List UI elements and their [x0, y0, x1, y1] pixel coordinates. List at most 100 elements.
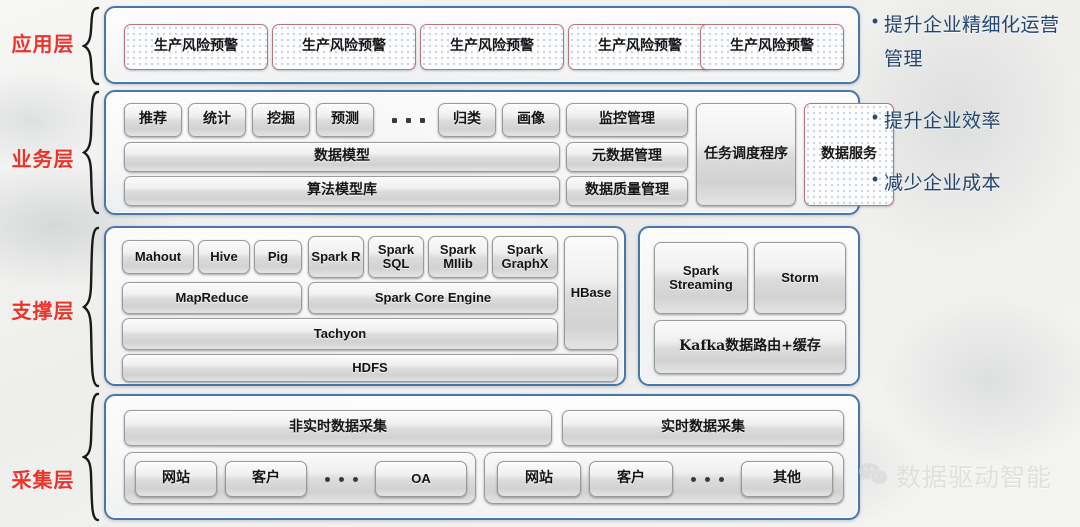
- brace-support: [82, 226, 100, 388]
- support-chip-spark-mllib[interactable]: Spark MIlib: [428, 236, 488, 278]
- business-chip-statistics-label: 统计: [203, 111, 231, 128]
- business-chip-prediction-label: 预测: [331, 111, 359, 128]
- support-bar-tachyon-label: Tachyon: [313, 325, 367, 341]
- watermark: 数据驱动智能: [858, 458, 1052, 494]
- layer-label-support: 支撑层: [11, 299, 75, 323]
- support-bar-hdfs-label: HDFS: [352, 359, 388, 375]
- support-chip-spark-r-label: Spark R: [311, 248, 361, 264]
- support-chip-spark-streaming[interactable]: Spark Streaming: [654, 242, 748, 314]
- app-box-0-label: 生产风险预警: [154, 38, 238, 55]
- collection-source-website-1[interactable]: 网站: [135, 461, 217, 497]
- app-box-2[interactable]: 生产风险预警: [420, 24, 564, 70]
- business-chip-classify[interactable]: 归类: [438, 103, 496, 137]
- business-chip-profiling-label: 画像: [517, 111, 545, 128]
- business-chip-recommend[interactable]: 推荐: [124, 103, 182, 137]
- support-chip-spark-graphx[interactable]: Spark GraphX: [492, 236, 558, 278]
- support-chip-spark-streaming-label: Spark Streaming: [669, 262, 733, 292]
- layer-label-collection: 采集层: [11, 468, 75, 492]
- support-chip-spark-sql-label: Spark SQL: [377, 241, 415, 271]
- app-box-1-label: 生产风险预警: [302, 38, 386, 55]
- app-box-3-label: 生产风险预警: [598, 38, 682, 55]
- support-chip-mahout[interactable]: Mahout: [122, 240, 194, 274]
- app-box-4[interactable]: 生产风险预警: [700, 24, 844, 70]
- collection-bar-realtime[interactable]: 实时数据采集: [562, 410, 844, 446]
- support-chip-spark-mllib-label: Spark MIlib: [439, 241, 477, 271]
- collection-source-website-2-label: 网站: [525, 470, 553, 487]
- business-bar-data-quality[interactable]: 数据质量管理: [566, 176, 688, 206]
- business-scheduler-label: 任务调度程序: [704, 145, 788, 162]
- business-chip-statistics[interactable]: 统计: [188, 103, 246, 137]
- layer-label-business: 业务层: [11, 147, 75, 171]
- support-bar-tachyon[interactable]: Tachyon: [122, 318, 558, 350]
- collection-source-other-label: 其他: [773, 470, 801, 487]
- collection-source-customer-2[interactable]: 客户: [589, 461, 673, 497]
- app-box-3[interactable]: 生产风险预警: [568, 24, 712, 70]
- business-bar-monitoring-label: 监控管理: [599, 111, 655, 128]
- brace-application: [82, 6, 100, 86]
- support-chip-hbase[interactable]: HBase: [564, 236, 618, 350]
- support-chip-hive-label: Hive: [210, 248, 238, 264]
- business-scheduler[interactable]: 任务调度程序: [696, 103, 796, 206]
- support-chip-kafka[interactable]: Kafka数据路由+缓存: [654, 320, 846, 374]
- collection-source-oa-label: OA: [411, 470, 431, 486]
- collection-non-realtime-ellipsis: [311, 461, 371, 497]
- business-chip-prediction[interactable]: 预测: [316, 103, 374, 137]
- benefit-text-0: 提升企业精细化运营管理: [884, 14, 1060, 70]
- collection-source-website-2[interactable]: 网站: [497, 461, 581, 497]
- support-bar-mapreduce-label: MapReduce: [175, 289, 249, 305]
- support-bar-hdfs[interactable]: HDFS: [122, 354, 618, 382]
- watermark-text: 数据驱动智能: [896, 463, 1053, 492]
- business-chip-classify-label: 归类: [453, 111, 481, 128]
- benefit-text-1: 提升企业效率: [884, 110, 1002, 132]
- business-chip-profiling[interactable]: 画像: [502, 103, 560, 137]
- wechat-icon: [858, 461, 888, 492]
- support-chip-hive[interactable]: Hive: [198, 240, 250, 274]
- business-bar-algorithm-library-label: 算法模型库: [307, 182, 377, 199]
- business-bar-data-quality-label: 数据质量管理: [585, 182, 669, 199]
- business-layer-container: 推荐 统计 挖掘 预测 归类 画像 数据模型 算法模型库 监控管理 元数据管理 …: [104, 90, 894, 215]
- business-bar-algorithm-library[interactable]: 算法模型库: [124, 176, 560, 206]
- business-chip-mining-label: 挖掘: [267, 111, 295, 128]
- layer-label-application: 应用层: [11, 32, 75, 56]
- business-bar-data-model-label: 数据模型: [314, 148, 370, 165]
- support-layer-batch-container: Mahout Hive Pig Spark R Spark SQL Spark …: [104, 226, 626, 386]
- collection-realtime-sources-group: 网站 客户 其他: [484, 452, 844, 504]
- collection-source-website-1-label: 网站: [162, 470, 190, 487]
- collection-non-realtime-sources-group: 网站 客户 OA: [124, 452, 476, 504]
- business-bar-monitoring[interactable]: 监控管理: [566, 103, 688, 137]
- benefits-list: • 提升企业精细化运营管理 • 提升企业效率 • 减少企业成本: [866, 8, 1078, 228]
- business-chip-recommend-label: 推荐: [139, 111, 167, 128]
- collection-source-customer-1-label: 客户: [252, 470, 280, 487]
- benefit-item-0: • 提升企业精细化运营管理: [866, 8, 1078, 76]
- benefit-bullet-0: •: [871, 11, 879, 31]
- app-box-2-label: 生产风险预警: [450, 38, 534, 55]
- app-box-0[interactable]: 生产风险预警: [124, 24, 268, 70]
- collection-layer-container: 非实时数据采集 实时数据采集 网站 客户 OA 网站 客户 其他: [104, 394, 860, 520]
- app-box-1[interactable]: 生产风险预警: [272, 24, 416, 70]
- support-bar-spark-core-engine[interactable]: Spark Core Engine: [308, 282, 558, 314]
- support-bar-spark-core-engine-label: Spark Core Engine: [374, 289, 492, 305]
- support-chip-storm-label: Storm: [781, 269, 819, 285]
- support-bar-mapreduce[interactable]: MapReduce: [122, 282, 302, 314]
- benefit-item-1: • 提升企业效率: [866, 104, 1078, 138]
- business-chip-mining[interactable]: 挖掘: [252, 103, 310, 137]
- support-chip-mahout-label: Mahout: [134, 248, 182, 264]
- business-bar-metadata[interactable]: 元数据管理: [566, 142, 688, 172]
- brace-business: [82, 90, 100, 215]
- business-bar-data-model[interactable]: 数据模型: [124, 142, 560, 172]
- support-chip-spark-graphx-label: Spark GraphX: [501, 241, 549, 271]
- collection-bar-non-realtime[interactable]: 非实时数据采集: [124, 410, 552, 446]
- collection-bar-realtime-label: 实时数据采集: [661, 419, 745, 436]
- support-chip-kafka-label: Kafka数据路由+缓存: [679, 338, 821, 355]
- support-chip-spark-r[interactable]: Spark R: [308, 236, 364, 278]
- collection-source-other[interactable]: 其他: [741, 461, 833, 497]
- support-chip-spark-sql[interactable]: Spark SQL: [368, 236, 424, 278]
- collection-source-oa[interactable]: OA: [375, 461, 467, 497]
- support-chip-storm[interactable]: Storm: [754, 242, 846, 314]
- support-chip-pig[interactable]: Pig: [254, 240, 302, 274]
- support-chip-pig-label: Pig: [267, 248, 289, 264]
- business-top-row-ellipsis: [378, 103, 438, 137]
- support-layer-streaming-container: Spark Streaming Storm Kafka数据路由+缓存: [638, 226, 860, 386]
- collection-source-customer-1[interactable]: 客户: [225, 461, 307, 497]
- benefit-item-2: • 减少企业成本: [866, 166, 1078, 200]
